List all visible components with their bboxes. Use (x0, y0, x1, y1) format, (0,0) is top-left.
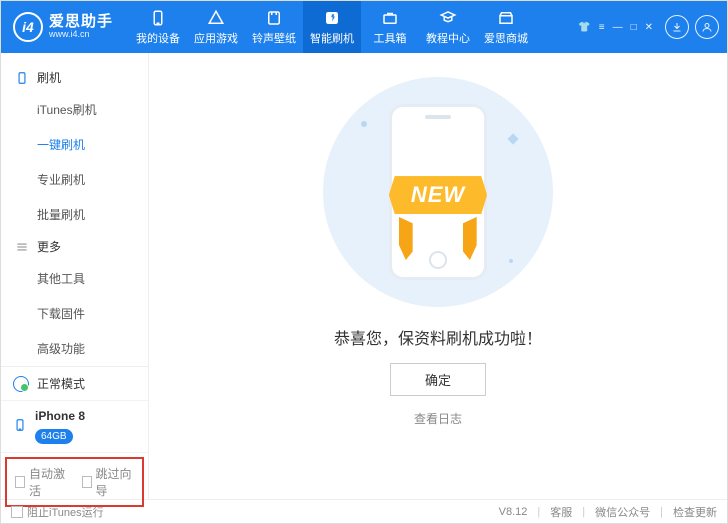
sidebar-group-flash: 刷机 (1, 63, 148, 92)
nav-label: 铃声壁纸 (252, 30, 296, 46)
sidebar-item-batch-flash[interactable]: 批量刷机 (1, 197, 148, 232)
close-icon[interactable]: ✕ (645, 22, 653, 33)
ribbon-text: NEW (389, 176, 487, 214)
nav-tutorial[interactable]: 教程中心 (419, 1, 477, 53)
connected-device[interactable]: iPhone 8 64GB (1, 401, 148, 453)
success-message: 恭喜您，保资料刷机成功啦！ (334, 325, 542, 349)
sidebar-item-itunes-flash[interactable]: iTunes刷机 (1, 92, 148, 127)
store-icon (496, 9, 516, 27)
phone-icon (13, 415, 27, 438)
nav-store[interactable]: 爱思商城 (477, 1, 535, 53)
block-itunes-checkbox[interactable]: 阻止iTunes运行 (11, 504, 104, 520)
options-highlight: 自动激活 跳过向导 (5, 457, 144, 507)
nav-ringtone[interactable]: 铃声壁纸 (245, 1, 303, 53)
sidebar-item-pro-flash[interactable]: 专业刷机 (1, 162, 148, 197)
header-right: 👕 ≡ — □ ✕ (578, 15, 719, 39)
title-bar: i4 爱思助手 www.i4.cn 我的设备 应用游戏 铃声壁纸 智能刷机 工具… (1, 1, 727, 53)
nav-label: 智能刷机 (310, 30, 354, 46)
sidebar-item-download-fw[interactable]: 下载固件 (1, 296, 148, 331)
device-icon (15, 71, 29, 85)
ok-button[interactable]: 确定 (390, 363, 486, 396)
nav-label: 爱思商城 (484, 30, 528, 46)
sidebar-group-title: 刷机 (37, 69, 61, 86)
auto-activate-checkbox[interactable]: 自动激活 (15, 465, 68, 499)
skin-icon[interactable]: 👕 (578, 22, 590, 33)
sidebar: 刷机 iTunes刷机 一键刷机 专业刷机 批量刷机 更多 其他工具 下载固件 … (1, 53, 149, 499)
nav-flash[interactable]: 智能刷机 (303, 1, 361, 53)
success-illustration: NEW (323, 77, 553, 307)
status-dot-icon (13, 376, 29, 392)
sidebar-item-other-tools[interactable]: 其他工具 (1, 261, 148, 296)
checkbox-label: 阻止iTunes运行 (27, 504, 104, 520)
sidebar-group-title: 更多 (37, 238, 61, 255)
nav-label: 教程中心 (426, 30, 470, 46)
mode-label: 正常模式 (37, 375, 85, 392)
sidebar-item-advanced[interactable]: 高级功能 (1, 331, 148, 366)
app-name: 爱思助手 (49, 14, 113, 31)
version-label: V8.12 (499, 506, 528, 518)
maximize-icon[interactable]: □ (631, 22, 637, 33)
toolbox-icon (380, 9, 400, 27)
support-link[interactable]: 客服 (550, 504, 572, 520)
app-logo: i4 爱思助手 www.i4.cn (13, 12, 113, 42)
nav-my-device[interactable]: 我的设备 (129, 1, 187, 53)
user-button[interactable] (695, 15, 719, 39)
nav-label: 应用游戏 (194, 30, 238, 46)
more-icon (15, 240, 29, 254)
download-button[interactable] (665, 15, 689, 39)
logo-mark: i4 (13, 12, 43, 42)
app-url: www.i4.cn (49, 30, 113, 40)
new-ribbon: NEW (389, 176, 487, 214)
main-content: NEW 恭喜您，保资料刷机成功啦！ 确定 查看日志 (149, 53, 727, 499)
nav-label: 工具箱 (374, 30, 407, 46)
device-name: iPhone 8 (35, 409, 85, 425)
minimize-icon[interactable]: — (613, 22, 623, 33)
checkbox-label: 跳过向导 (96, 465, 134, 499)
flash-icon (322, 9, 342, 27)
nav-label: 我的设备 (136, 30, 180, 46)
sidebar-group-more: 更多 (1, 232, 148, 261)
nav-toolbox[interactable]: 工具箱 (361, 1, 419, 53)
check-update-link[interactable]: 检查更新 (673, 504, 717, 520)
tutorial-icon (438, 9, 458, 27)
view-log-link[interactable]: 查看日志 (414, 410, 462, 427)
menu-icon[interactable]: ≡ (599, 22, 605, 33)
main-nav: 我的设备 应用游戏 铃声壁纸 智能刷机 工具箱 教程中心 爱思商城 (129, 1, 535, 53)
nav-apps[interactable]: 应用游戏 (187, 1, 245, 53)
wechat-link[interactable]: 微信公众号 (595, 504, 650, 520)
sidebar-item-oneclick-flash[interactable]: 一键刷机 (1, 127, 148, 162)
apps-icon (206, 9, 226, 27)
checkbox-label: 自动激活 (29, 465, 67, 499)
ringtone-icon (264, 9, 284, 27)
window-controls: 👕 ≡ — □ ✕ (578, 22, 653, 33)
skip-guide-checkbox[interactable]: 跳过向导 (82, 465, 135, 499)
device-mode[interactable]: 正常模式 (1, 367, 148, 401)
device-icon (148, 9, 168, 27)
storage-badge: 64GB (35, 429, 73, 444)
